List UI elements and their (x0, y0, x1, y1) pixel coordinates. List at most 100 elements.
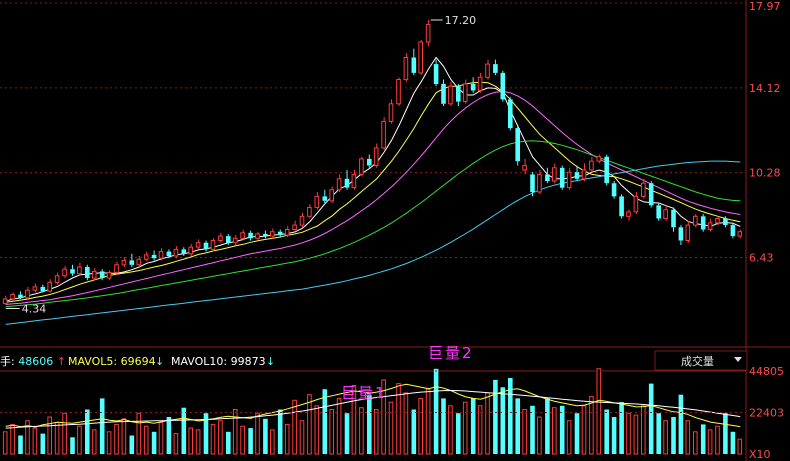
volume-bar (158, 422, 164, 455)
candle (626, 209, 631, 221)
candle (270, 228, 275, 239)
volume-bar (589, 396, 594, 455)
volume-bar (91, 429, 97, 455)
volume-bar (448, 405, 453, 455)
candle (456, 83, 461, 107)
volume-bar (522, 409, 527, 455)
volume-bar (270, 429, 275, 455)
price-tick-label: 17.97 (749, 0, 781, 13)
volume-bar (462, 401, 468, 455)
volume-arrow-up: ↑ (57, 355, 66, 368)
candle (277, 229, 283, 238)
volume-bar (515, 398, 520, 454)
volume-bar (136, 412, 142, 455)
volume-bar (626, 412, 631, 455)
volume-bar (263, 418, 268, 454)
volume-bar (633, 414, 639, 455)
candle (515, 125, 520, 166)
volume-bar (707, 429, 713, 455)
low-price-label: 4.34 (22, 303, 47, 316)
candle (62, 265, 67, 279)
volume-bar (641, 405, 646, 455)
candle (730, 222, 736, 239)
candle (462, 79, 468, 104)
volume-bar (456, 413, 461, 454)
candle (195, 239, 201, 250)
candle (329, 186, 334, 204)
volume-bar (723, 413, 728, 454)
volume-tick-label: 44805 (749, 365, 784, 378)
indicator-select[interactable]: 成交量 (654, 350, 748, 371)
candle (707, 218, 713, 232)
candle (32, 283, 38, 293)
volume-bar (329, 409, 334, 455)
candle (619, 194, 624, 219)
mavol5-label: MAVOL5: 69694 (68, 355, 156, 368)
volume-bar (10, 423, 15, 455)
volume-bar (574, 413, 580, 454)
volume-bar (619, 402, 624, 454)
volume-bar (537, 416, 542, 455)
candle (477, 72, 483, 93)
volume-bar (166, 417, 172, 454)
candle (158, 248, 164, 261)
volume-bar (18, 435, 23, 454)
candle (596, 154, 602, 164)
candle (493, 59, 498, 76)
volume-bar (195, 429, 201, 455)
candle (367, 154, 372, 168)
low-marker: 4.34 (5, 303, 47, 316)
volume-bar (485, 392, 490, 455)
svg-text:手: 48606 ↑: 手: 48606 ↑ (0, 354, 66, 368)
volume-bar (737, 438, 743, 455)
volume-bar (232, 409, 238, 455)
volume-bar (581, 405, 587, 455)
candle (648, 180, 654, 208)
candle (441, 79, 446, 107)
candle (522, 158, 527, 175)
candle (336, 174, 342, 193)
candle (663, 205, 668, 221)
volume-bar (292, 399, 297, 455)
volume-bar (715, 425, 720, 455)
candle (314, 192, 320, 210)
candle (611, 180, 617, 199)
candle (388, 99, 394, 124)
candle (470, 77, 476, 93)
volume-bars (2, 368, 743, 455)
volume-legend-prefix: 手: (0, 354, 15, 368)
volume-bar (388, 401, 394, 455)
volume-bar (218, 420, 223, 455)
candle (121, 257, 127, 268)
candle (418, 39, 423, 76)
candle (403, 53, 409, 82)
candle (433, 59, 439, 87)
volume-tick-label: X10 (749, 448, 771, 461)
candle (18, 291, 23, 299)
candle (656, 203, 661, 221)
volume-bar (121, 418, 127, 455)
volume-bar (685, 420, 691, 455)
volume-bar (604, 409, 609, 454)
volume-bar (441, 398, 446, 454)
candle (188, 243, 193, 256)
price-axis-ticks: 17.97 14.12 10.28 6.43 (749, 0, 781, 265)
volume-value: 48606 (18, 355, 53, 368)
volume-bar (85, 409, 90, 454)
volume-bar (700, 424, 706, 454)
candle (218, 232, 223, 243)
volume-bar (656, 413, 661, 454)
chart-canvas: 17.97 14.12 10.28 6.43 17.20 4.34 手: 48606 … (0, 0, 790, 461)
candle (25, 286, 30, 299)
candle (299, 212, 305, 228)
candle (381, 117, 386, 151)
volume-bar (493, 379, 498, 454)
volume-bar (322, 389, 328, 454)
candle (203, 240, 209, 252)
mavol10-label: MAVOL10: 99873 (171, 355, 266, 368)
price-tick-label: 14.12 (749, 82, 781, 95)
indicator-select-value: 成交量 (681, 354, 714, 368)
volume-bar (693, 431, 698, 455)
volume-bar (470, 398, 476, 454)
volume-bar (99, 398, 105, 454)
